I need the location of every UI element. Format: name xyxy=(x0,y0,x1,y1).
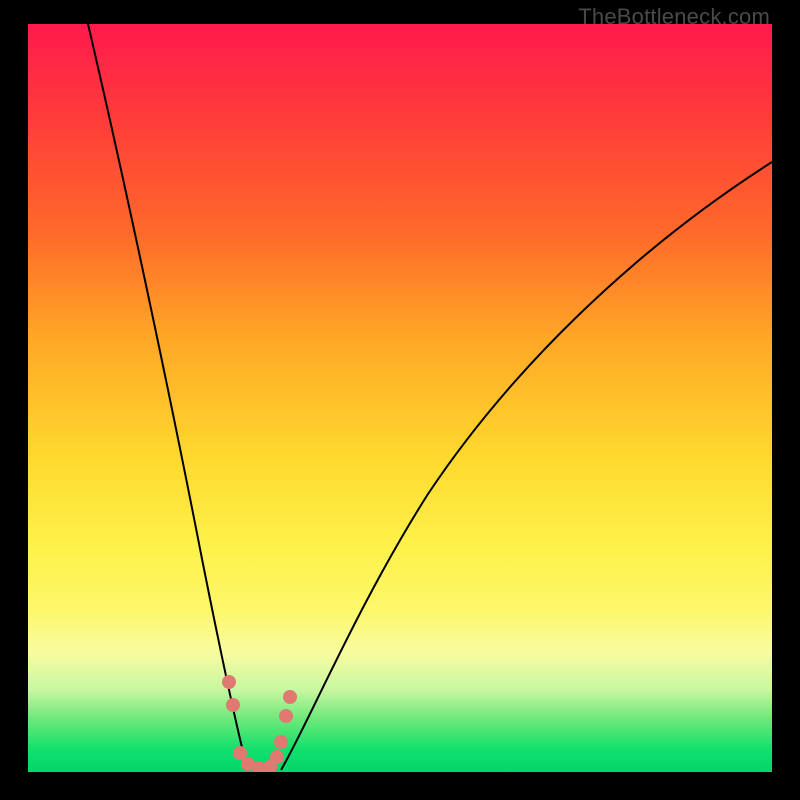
marker-dot xyxy=(270,750,284,764)
chart-frame: TheBottleneck.com xyxy=(0,0,800,800)
marker-dot xyxy=(279,709,293,723)
plot-area xyxy=(28,24,772,772)
marker-cluster xyxy=(222,675,297,772)
chart-svg xyxy=(28,24,772,772)
marker-dot xyxy=(283,690,297,704)
marker-dot xyxy=(226,698,240,712)
curve-left-descent xyxy=(88,24,246,764)
marker-dot xyxy=(274,735,288,749)
marker-dot xyxy=(222,675,236,689)
curve-right-ascent xyxy=(281,162,772,770)
